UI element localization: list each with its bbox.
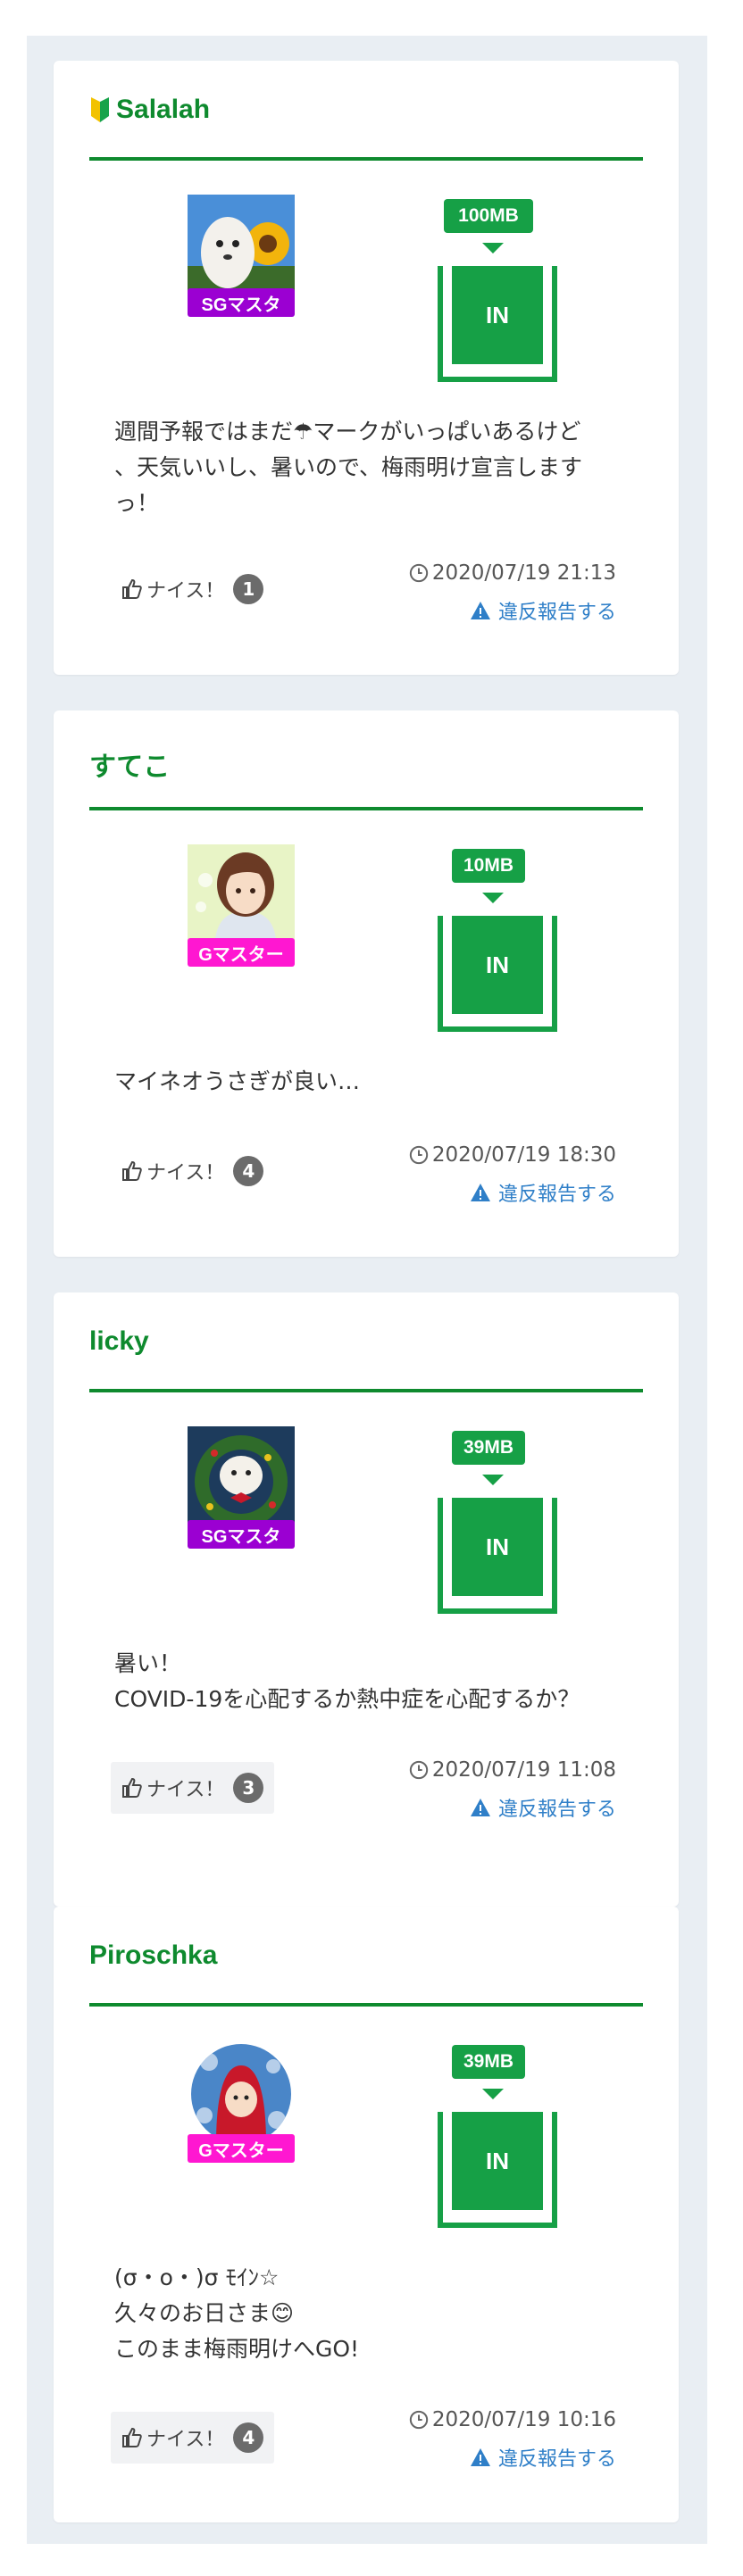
rank-badge: SGマスタ <box>188 288 295 317</box>
post-message: マイネオうさぎが良い… <box>114 1068 361 1094</box>
nice-count: 3 <box>233 1773 264 1803</box>
nice-label: ナイス！ <box>146 1779 225 1801</box>
post-username[interactable]: すてこ <box>89 744 170 784</box>
report-link[interactable]: 違反報告する <box>470 1793 616 1822</box>
header-divider <box>89 1389 643 1392</box>
transfer-direction-label: IN <box>452 1498 543 1596</box>
nice-label: ナイス！ <box>146 1162 225 1184</box>
warning-icon <box>470 602 490 619</box>
transfer-direction-label: IN <box>452 916 543 1014</box>
post-card: Salalah SGマスタ 100MB IN 週間予報ではまだ☂マークがいっぱい… <box>54 61 679 675</box>
post-card: Piroschka Gマスター 39MB IN (σ・o・)σ ﾓｲﾝ☆ 久々の… <box>54 1907 679 2522</box>
transfer-in-box: IN <box>438 916 557 1032</box>
report-label[interactable]: 違反報告する <box>498 1178 616 1207</box>
post-timestamp: 2020/07/19 11:08 <box>409 1758 616 1782</box>
rank-badge: SGマスタ <box>188 1520 295 1549</box>
transfer-in-box: IN <box>438 1498 557 1614</box>
transfer-arrow-icon <box>482 243 504 253</box>
thumbs-up-icon <box>122 2427 142 2447</box>
rank-badge: Gマスター <box>188 938 295 967</box>
header-divider <box>89 807 643 810</box>
username-text[interactable]: Piroschka <box>89 1940 217 1971</box>
post-message: (σ・o・)σ ﾓｲﾝ☆ 久々のお日さま😊 このまま梅雨明けへGO! <box>114 2264 360 2362</box>
nice-button[interactable]: ナイス！ 3 <box>111 1762 275 1814</box>
nice-count: 1 <box>233 574 264 604</box>
beginner-mark-icon <box>91 97 109 122</box>
thumbs-up-icon <box>122 1777 142 1798</box>
transfer-direction-label: IN <box>452 2112 543 2210</box>
username-text[interactable]: licky <box>89 1326 149 1357</box>
timestamp-text: 2020/07/19 18:30 <box>431 1143 616 1167</box>
warning-icon <box>470 1184 490 1201</box>
timestamp-text: 2020/07/19 21:13 <box>431 561 616 585</box>
post-feed: Salalah SGマスタ 100MB IN 週間予報ではまだ☂マークがいっぱい… <box>27 36 707 2544</box>
transfer-in-box: IN <box>438 266 557 382</box>
report-label[interactable]: 違反報告する <box>498 2443 616 2472</box>
data-size-badge: 39MB <box>452 1431 525 1465</box>
transfer-direction-label: IN <box>452 266 543 364</box>
clock-icon <box>409 1145 429 1165</box>
transfer-arrow-icon <box>482 2089 504 2099</box>
nice-button[interactable]: ナイス！ 1 <box>111 563 274 615</box>
nice-button[interactable]: ナイス！ 4 <box>111 2412 275 2464</box>
post-username[interactable]: Salalah <box>89 95 210 125</box>
avatar[interactable] <box>191 2044 291 2144</box>
post-card: すてこ Gマスター 10MB IN マイネオうさぎが良い… ナイス！ 4 202… <box>54 710 679 1257</box>
thumbs-up-icon <box>122 578 142 599</box>
nice-count: 4 <box>233 2422 264 2453</box>
data-size-badge: 39MB <box>452 2045 525 2079</box>
header-divider <box>89 2003 643 2007</box>
clock-icon <box>409 1760 429 1780</box>
post-timestamp: 2020/07/19 10:16 <box>409 2408 616 2431</box>
post-message: 週間予報ではまだ☂マークがいっぱいあるけど 、天気いいし、暑いので、梅雨明け宣言… <box>114 419 583 516</box>
nice-label: ナイス！ <box>146 580 225 602</box>
rank-badge: Gマスター <box>188 2134 295 2163</box>
thumbs-up-icon <box>122 1160 142 1181</box>
transfer-arrow-icon <box>482 1475 504 1485</box>
header-divider <box>89 157 643 161</box>
report-link[interactable]: 違反報告する <box>470 596 616 625</box>
nice-count: 4 <box>233 1156 264 1186</box>
warning-icon <box>470 1799 490 1816</box>
data-size-badge: 100MB <box>444 199 533 233</box>
timestamp-text: 2020/07/19 10:16 <box>431 2408 616 2431</box>
username-text[interactable]: Salalah <box>116 95 210 125</box>
nice-label: ナイス！ <box>146 2429 225 2451</box>
transfer-in-box: IN <box>438 2112 557 2228</box>
report-label[interactable]: 違反報告する <box>498 1793 616 1822</box>
clock-icon <box>409 2410 429 2430</box>
timestamp-text: 2020/07/19 11:08 <box>431 1758 616 1782</box>
report-label[interactable]: 違反報告する <box>498 596 616 625</box>
warning-icon <box>470 2448 490 2466</box>
post-username[interactable]: licky <box>89 1326 149 1357</box>
avatar[interactable] <box>188 844 295 951</box>
transfer-arrow-icon <box>482 893 504 903</box>
report-link[interactable]: 違反報告する <box>470 1178 616 1207</box>
nice-button[interactable]: ナイス！ 4 <box>111 1145 274 1197</box>
avatar[interactable] <box>188 1426 295 1533</box>
post-card: licky SGマスタ 39MB IN 暑い！ COVID-19を心配するか熱中… <box>54 1292 679 1907</box>
data-size-badge: 10MB <box>452 849 525 883</box>
post-timestamp: 2020/07/19 21:13 <box>409 561 616 585</box>
avatar[interactable] <box>188 195 295 302</box>
username-text[interactable]: すてこ <box>89 744 170 784</box>
post-username[interactable]: Piroschka <box>89 1940 217 1971</box>
post-message: 暑い！ COVID-19を心配するか熱中症を心配するか？ <box>114 1650 580 1712</box>
report-link[interactable]: 違反報告する <box>470 2443 616 2472</box>
clock-icon <box>409 563 429 583</box>
post-timestamp: 2020/07/19 18:30 <box>409 1143 616 1167</box>
